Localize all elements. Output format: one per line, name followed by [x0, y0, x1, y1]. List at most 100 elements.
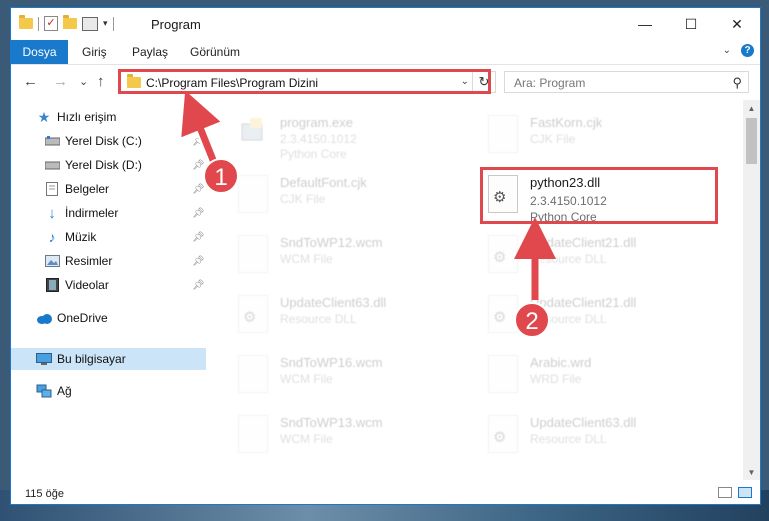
toolbar-divider — [112, 16, 114, 31]
music-icon: ♪ — [48, 229, 56, 245]
back-button[interactable]: ← — [23, 73, 38, 90]
documents-icon — [44, 182, 60, 196]
navigation-pane: ★ Hızlı erişim Yerel Disk (C:) 📌︎ Yerel … — [11, 100, 206, 478]
pin-icon[interactable]: 📌︎ — [192, 184, 205, 195]
file-icon — [238, 175, 268, 213]
tab-share[interactable]: Paylaş — [132, 45, 168, 59]
file-icon — [238, 415, 268, 453]
forward-button[interactable]: → — [53, 73, 68, 90]
file-name: program.exe — [280, 115, 353, 130]
search-icon[interactable]: ⚲ — [732, 75, 742, 91]
minimize-button[interactable]: — — [622, 8, 668, 40]
sidebar-item-music[interactable]: ♪ Müzik 📌︎ — [11, 226, 206, 248]
tab-file[interactable]: Dosya — [11, 40, 68, 64]
pin-icon[interactable]: 📌︎ — [192, 280, 205, 291]
list-item[interactable]: ⚙ UpdateClient63.dll Resource DLL — [466, 410, 706, 460]
sidebar-item-local-disk-d[interactable]: Yerel Disk (D:) 📌︎ — [11, 154, 206, 176]
vertical-scrollbar[interactable]: ▲ ▼ — [743, 100, 760, 480]
pin-icon[interactable]: 📌︎ — [192, 256, 205, 267]
tiles-view-icon[interactable] — [738, 487, 752, 498]
sidebar-item-downloads[interactable]: ↓ İndirmeler 📌︎ — [11, 202, 206, 224]
sidebar-item-local-disk-c[interactable]: Yerel Disk (C:) 📌︎ — [11, 130, 206, 152]
list-item[interactable]: SndToWP16.wcm WCM File — [216, 350, 456, 400]
list-item[interactable]: DefaultFont.cjk CJK File — [216, 170, 456, 220]
drive-icon — [44, 158, 60, 172]
sidebar-item-network[interactable]: Ağ — [11, 380, 206, 402]
star-icon: ★ — [37, 108, 51, 125]
recent-locations-button[interactable]: ⌄ — [79, 75, 88, 88]
file-name: UpdateClient63.dll — [530, 415, 637, 430]
dll-file-icon: ⚙ — [488, 415, 518, 453]
status-bar: 115 öğe — [11, 482, 760, 504]
sidebar-item-quick-access[interactable]: ★ Hızlı erişim — [11, 106, 206, 128]
pin-icon[interactable]: 📌︎ — [192, 160, 205, 171]
maximize-button[interactable]: ☐ — [668, 8, 714, 40]
sidebar-item-label: Bu bilgisayar — [57, 352, 126, 366]
pin-icon[interactable]: 📌︎ — [192, 232, 205, 243]
view-buttons — [718, 487, 752, 498]
up-button[interactable]: ↑ — [97, 73, 105, 90]
ribbon: Dosya Giriş Paylaş Görünüm ⌄ ? — [11, 40, 760, 65]
file-icon — [238, 235, 268, 273]
list-item[interactable]: FastKorn.cjk CJK File — [466, 110, 706, 160]
list-item[interactable]: SndToWP13.wcm WCM File — [216, 410, 456, 460]
file-detail: WCM File — [280, 432, 333, 446]
file-detail: Python Core — [280, 147, 347, 161]
list-item[interactable]: Arabic.wrd WRD File — [466, 350, 706, 400]
network-icon — [36, 384, 52, 398]
scroll-up-icon[interactable]: ▲ — [743, 104, 760, 113]
sidebar-item-label: Videolar — [65, 278, 109, 292]
close-button[interactable]: ✕ — [714, 8, 760, 40]
file-detail: WCM File — [280, 252, 333, 266]
sidebar-item-label: Müzik — [65, 230, 97, 244]
item-count: 115 öğe — [25, 488, 64, 500]
list-item[interactable]: ⚙ UpdateClient21.dll Resource DLL — [466, 230, 706, 280]
file-detail: WCM File — [280, 372, 333, 386]
file-list: program.exe 2.3.4150.1012 Python Core Fa… — [216, 100, 738, 480]
help-icon[interactable]: ? — [741, 44, 754, 57]
sidebar-item-documents[interactable]: Belgeler 📌︎ — [11, 178, 206, 200]
properties-check-icon[interactable]: ✓ — [44, 16, 58, 31]
search-box[interactable]: Ara: Program ⚲ — [504, 71, 749, 93]
step-2-badge: 2 — [514, 302, 550, 338]
details-view-icon[interactable] — [718, 487, 732, 498]
scrollbar-thumb[interactable] — [746, 118, 757, 164]
pin-icon[interactable]: 📌︎ — [192, 208, 205, 219]
gear-icon: ⚙ — [493, 249, 507, 266]
sidebar-item-this-pc[interactable]: Bu bilgisayar — [11, 348, 206, 370]
drive-icon — [44, 134, 60, 148]
pin-icon[interactable]: 📌︎ — [192, 136, 205, 147]
sidebar-item-videos[interactable]: Videolar 📌︎ — [11, 274, 206, 296]
file-name: FastKorn.cjk — [530, 115, 603, 130]
search-input[interactable]: Ara: Program — [514, 76, 585, 90]
file-highlight-box — [480, 167, 718, 224]
expand-ribbon-icon[interactable]: ⌄ — [723, 45, 731, 56]
scroll-down-icon[interactable]: ▼ — [743, 468, 760, 477]
cloud-icon — [36, 311, 52, 325]
dll-file-icon: ⚙ — [238, 295, 268, 333]
folder-icon — [19, 15, 33, 29]
tab-view[interactable]: Görünüm — [190, 45, 240, 59]
file-detail: Resource DLL — [530, 252, 607, 266]
list-item[interactable]: program.exe 2.3.4150.1012 Python Core — [216, 110, 456, 161]
tab-home[interactable]: Giriş — [82, 45, 107, 59]
toolbar-divider — [38, 16, 39, 31]
dll-file-icon: ⚙ — [488, 295, 518, 333]
sidebar-item-label: Belgeler — [65, 182, 110, 196]
window-controls: — ☐ ✕ — [622, 8, 760, 40]
sidebar-item-pictures[interactable]: Resimler 📌︎ — [11, 250, 206, 272]
computer-icon — [36, 352, 52, 366]
sidebar-item-onedrive[interactable]: OneDrive — [11, 307, 206, 329]
file-name: Arabic.wrd — [530, 355, 592, 370]
properties-icon[interactable] — [82, 16, 98, 31]
list-item[interactable]: SndToWP12.wcm WCM File — [216, 230, 456, 280]
new-folder-icon[interactable] — [63, 15, 77, 29]
file-name: DefaultFont.cjk — [280, 175, 367, 190]
list-item[interactable]: ⚙ UpdateClient21.dll Resource DLL — [466, 290, 706, 340]
customize-dropdown-icon[interactable]: ▾ — [103, 18, 108, 29]
file-name: SndToWP13.wcm — [280, 415, 383, 430]
navigation-bar: ← → ⌄ ↑ C:\Program Files\Program Dizini … — [11, 65, 760, 100]
sidebar-item-label: Ağ — [57, 384, 72, 398]
list-item[interactable]: ⚙ UpdateClient63.dll Resource DLL — [216, 290, 456, 340]
file-detail: 2.3.4150.1012 — [280, 132, 357, 146]
